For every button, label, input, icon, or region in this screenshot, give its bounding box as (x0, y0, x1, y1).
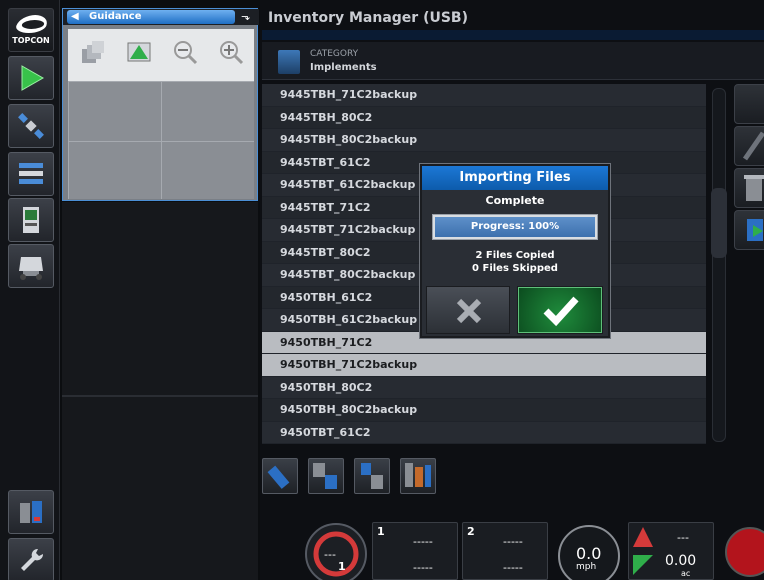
brand-label: TOPCON (12, 36, 50, 45)
progress-bar: Progress: 100% (432, 214, 598, 240)
layout-button[interactable] (8, 152, 54, 196)
list-item[interactable]: 9450TBH_80C2backup (262, 399, 706, 422)
left-lower-panel (62, 202, 258, 580)
console-button[interactable] (8, 198, 54, 242)
guidance-button[interactable] (8, 56, 54, 100)
import-dialog: Importing Files Complete Progress: 100% … (420, 164, 610, 338)
list-scrollbar[interactable] (712, 88, 726, 442)
list-layout-icon (19, 163, 43, 184)
files-skipped-text: 0 Files Skipped (472, 263, 558, 274)
system-button[interactable] (8, 490, 54, 534)
console-icon (23, 207, 39, 233)
field-icon[interactable] (126, 39, 152, 65)
delete-button[interactable] (734, 168, 764, 208)
usb-drive-icon (267, 465, 290, 489)
status-bar: --- 1 1 ----- ----- 2 ----- ----- 0.0 mp… (300, 522, 764, 580)
settings-button[interactable] (8, 538, 54, 580)
list-item[interactable]: 9445TBH_71C2backup (262, 84, 706, 107)
gps-button[interactable] (8, 104, 54, 148)
implement-status[interactable] (720, 522, 764, 580)
area-top-value: --- (677, 531, 689, 544)
console-to-usb-icon (361, 463, 383, 489)
zoom-in-icon[interactable] (218, 39, 244, 65)
section1-value-a: ----- (413, 535, 433, 548)
area-indicator-icon (633, 527, 653, 575)
inventory-button[interactable] (400, 458, 436, 494)
speed-value: 0.0 (576, 544, 602, 563)
expand-icon[interactable]: ⬎ (241, 10, 255, 24)
category-scroll-icon (278, 50, 300, 74)
category-selector[interactable]: CATEGORY Implements (262, 42, 764, 80)
dialog-status: Complete (485, 194, 545, 207)
section1-label: 1 (377, 525, 385, 538)
list-item[interactable]: 9450TBT_61C2 (262, 421, 706, 444)
implement-button[interactable] (8, 244, 54, 288)
cancel-button[interactable] (426, 286, 510, 334)
divider (62, 395, 258, 397)
title-underline (262, 30, 764, 40)
guidance-panel: Guidance ◀ ⬎ (62, 8, 259, 201)
category-value: Implements (310, 62, 377, 73)
dialog-title: Importing Files (422, 166, 608, 190)
import-button[interactable] (734, 210, 764, 250)
wrench-icon (21, 548, 44, 571)
category-label: CATEGORY (310, 49, 359, 59)
edit-button[interactable] (734, 126, 764, 166)
console-to-usb-button[interactable] (354, 458, 390, 494)
guidance-tab[interactable]: Guidance (67, 10, 235, 24)
satellite-icon (18, 113, 44, 139)
section2-value-b: ----- (503, 561, 523, 574)
usb-button[interactable] (262, 458, 298, 494)
list-item[interactable]: 9450TBH_80C2 (262, 376, 706, 399)
area-unit: ac (681, 569, 691, 578)
topcon-logo: TOPCON (8, 8, 54, 52)
area-value: 0.00 (665, 553, 697, 569)
speed-unit: mph (576, 562, 597, 572)
usb-to-console-icon (313, 463, 337, 489)
implement-status-icon (725, 527, 764, 577)
section1-panel[interactable]: 1 ----- ----- (372, 522, 458, 580)
ok-button[interactable] (517, 286, 603, 334)
play-arrow-icon (21, 65, 45, 91)
list-item[interactable]: 9445TBH_80C2 (262, 106, 706, 129)
progress-fill: Progress: 100% (435, 217, 595, 237)
guidance-toolbar (68, 29, 254, 81)
layers-icon[interactable] (80, 39, 106, 65)
left-rail: TOPCON (0, 0, 60, 580)
area-panel[interactable]: --- 0.00 ac (628, 522, 714, 580)
implement-icon (19, 257, 43, 280)
usb-transfer-icon (20, 501, 42, 523)
pencil-icon (742, 131, 764, 161)
inventory-icon (405, 463, 431, 487)
zoom-out-icon[interactable] (172, 39, 198, 65)
files-copied-text: 2 Files Copied (475, 250, 555, 261)
list-item[interactable]: 9445TBH_80C2backup (262, 129, 706, 152)
scrollbar-thumb[interactable] (711, 188, 727, 258)
section1-value-b: ----- (413, 561, 433, 574)
guidance-header: Guidance ◀ ⬎ (63, 9, 259, 25)
list-item-selected[interactable]: 9450TBH_71C2backup (262, 354, 706, 377)
dial-center-text: --- (324, 548, 336, 561)
back-arrow-icon[interactable]: ◀ (71, 11, 79, 22)
speedometer[interactable]: 0.0 mph (552, 522, 626, 580)
guidance-map[interactable] (68, 81, 254, 199)
guidance-tab-label: Guidance (89, 11, 142, 22)
section2-panel[interactable]: 2 ----- ----- (462, 522, 548, 580)
dial-number: 1 (338, 560, 346, 573)
trash-icon (744, 175, 764, 201)
page-title: Inventory Manager (USB) (268, 10, 468, 26)
import-icon (747, 219, 763, 241)
usb-to-console-button[interactable] (308, 458, 344, 494)
section2-value-a: ----- (503, 535, 523, 548)
section2-label: 2 (467, 525, 475, 538)
export-button[interactable] (734, 84, 764, 124)
close-icon (456, 298, 482, 324)
checkmark-icon (543, 296, 579, 327)
section-dial[interactable]: --- 1 (300, 522, 370, 580)
